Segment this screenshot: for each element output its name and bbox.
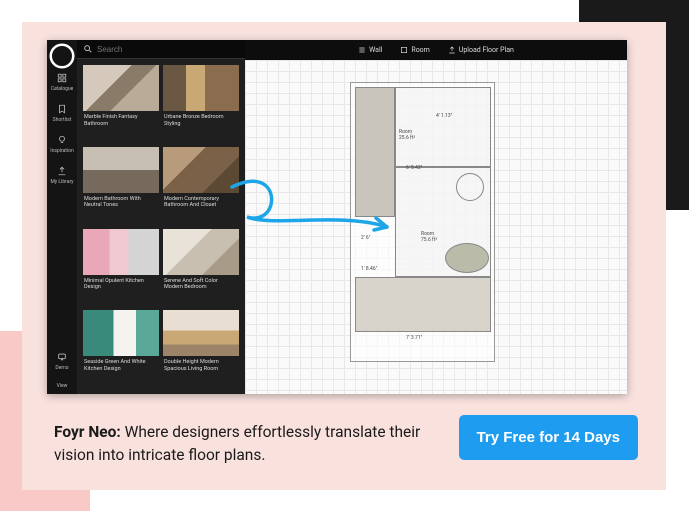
rail-label: Inspiration [50,148,74,154]
room-dim: 25.6 ft² [399,135,415,141]
thumbnail [163,147,239,193]
thumbnail [163,310,239,356]
tool-upload[interactable]: Upload Floor Plan [448,46,514,54]
plan-room[interactable] [355,277,491,332]
left-rail: Catalogue Shortlist Inspiration My Libra… [47,40,77,394]
catalogue-card[interactable]: Serene And Soft Color Modern Bedroom [163,229,239,307]
thumbnail [163,229,239,275]
upload-icon [57,166,67,176]
chat-icon [57,352,67,362]
catalogue-card[interactable]: Modern Bathroom With Neutral Tones [83,147,159,225]
catalogue-grid: Marble Finish Fantasy Bathroom Urbane Br… [77,59,245,394]
card-title: Serene And Soft Color Modern Bedroom [163,275,239,291]
rail-label: Shortlist [53,117,72,123]
catalogue-panel: Marble Finish Fantasy Bathroom Urbane Br… [77,40,245,394]
card-title: Modern Contemporary Bathroom And Closet [163,193,239,209]
dimension: 4' 1.13" [436,113,452,119]
catalogue-card[interactable]: Double Height Modern Spacious Living Roo… [163,310,239,388]
plan-room[interactable] [355,87,395,217]
rail-mylibrary[interactable]: My Library [47,161,77,190]
plan-fixture [456,173,484,201]
search-icon [83,44,93,54]
thumbnail [83,229,159,275]
wall-icon [358,46,366,54]
catalogue-card[interactable]: Minimal Opulent Kitchen Design [83,229,159,307]
thumbnail [163,65,239,111]
thumbnail [83,65,159,111]
rail-label: Catalogue [51,86,74,92]
card-title: Urbane Bronze Bedroom Styling [163,111,239,127]
upload-icon [448,46,456,54]
catalogue-card[interactable]: Seaside Green And White Kitchen Design [83,310,159,388]
dimension: 6' 5.42" [406,165,422,171]
plan-room[interactable] [395,87,491,167]
thumbnail [83,147,159,193]
promo-caption: Foyr Neo: Where designers effortlessly t… [54,421,454,466]
card-title: Seaside Green And White Kitchen Design [83,356,159,372]
room-icon [400,46,408,54]
bulb-icon [57,135,67,145]
rail-inspiration[interactable]: Inspiration [47,130,77,159]
catalogue-card[interactable]: Marble Finish Fantasy Bathroom [83,65,159,143]
search-row [77,40,245,59]
bookmark-icon [57,104,67,114]
card-title: Marble Finish Fantasy Bathroom [83,111,159,127]
rail-catalogue[interactable]: Catalogue [47,68,77,97]
tool-wall[interactable]: Wall [358,46,382,54]
rail-label: My Library [50,179,73,185]
rail-demo[interactable]: Demo [47,347,77,376]
canvas-area[interactable]: Wall Room Upload Floor Plan [245,40,627,394]
catalogue-card[interactable]: Modern Contemporary Bathroom And Closet [163,147,239,225]
dimension: 7' 3.71" [406,335,422,341]
dimension: 2' 6" [361,235,370,241]
catalogue-card[interactable]: Urbane Bronze Bedroom Styling [163,65,239,143]
app-logo [47,46,77,66]
search-input[interactable] [97,45,239,54]
card-title: Double Height Modern Spacious Living Roo… [163,356,239,372]
rail-view[interactable]: View [47,378,77,394]
room-dim: 75.6 ft² [421,237,437,243]
tool-room[interactable]: Room [400,46,429,54]
thumbnail [83,310,159,356]
promo-frame: Catalogue Shortlist Inspiration My Libra… [22,22,666,490]
rail-shortlist[interactable]: Shortlist [47,99,77,128]
plan-fixture [445,243,489,273]
cta-button[interactable]: Try Free for 14 Days [459,415,638,460]
dimension: 1' 8.46" [361,266,377,272]
card-title: Minimal Opulent Kitchen Design [83,275,159,291]
canvas-toolbar: Wall Room Upload Floor Plan [245,40,627,60]
app-window: Catalogue Shortlist Inspiration My Libra… [47,40,627,394]
grid-icon [57,73,67,83]
caption-bold: Foyr Neo: [54,423,121,441]
floor-plan[interactable]: Room 25.6 ft² Room 75.6 ft² 4' 1.13" 6' … [350,82,495,362]
card-title: Modern Bathroom With Neutral Tones [83,193,159,209]
